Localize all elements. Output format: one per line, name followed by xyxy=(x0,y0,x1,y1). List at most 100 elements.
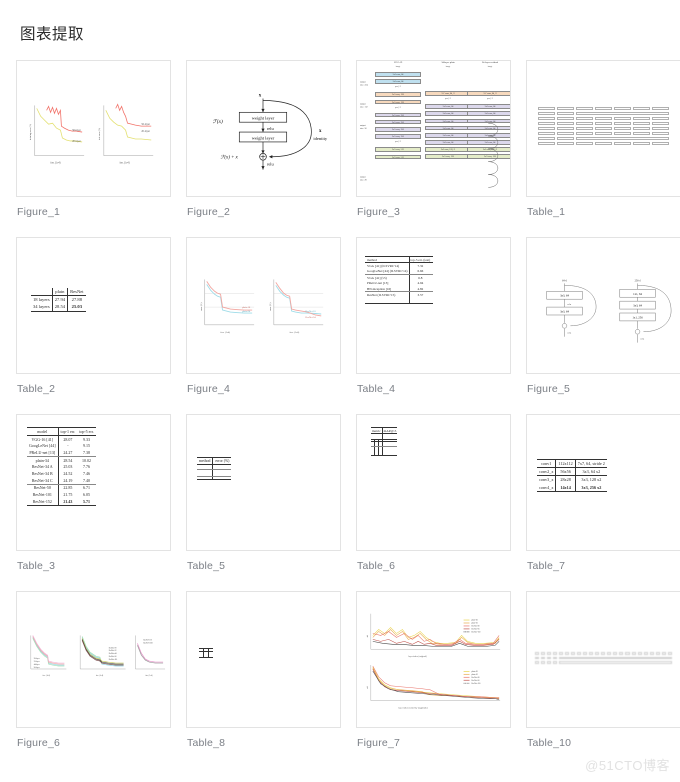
svg-text:training error (%): training error (%) xyxy=(29,124,32,140)
grid-cell-figure-7[interactable]: layer index (original) std layer index (… xyxy=(356,591,511,760)
caption-figure-5: Figure_5 xyxy=(527,383,571,395)
svg-text:ResNet-44: ResNet-44 xyxy=(109,653,117,655)
table-row: ResNet-152 21.43 5.71 xyxy=(27,497,96,506)
table-7-grid: conv1 112x112 7x7, 64, stride 2 conv2_x … xyxy=(537,458,607,492)
svg-text:identity: identity xyxy=(313,136,328,141)
table-8-grid xyxy=(199,647,213,658)
svg-text:ResNet-34: ResNet-34 xyxy=(305,316,316,319)
svg-text:56-layer: 56-layer xyxy=(34,667,40,669)
thumbnail-figure-2[interactable]: weight layer weight layer x relu relu ℱ(… xyxy=(186,60,341,197)
grid-cell-figure-4[interactable]: plain-18 plain-34 ResNet-18 ResNet-34 it… xyxy=(186,237,341,406)
caption-table-8: Table_8 xyxy=(187,737,226,749)
grid-cell-figure-5[interactable]: 3x3, 64 3x3, 64 relu relu 64-d 1x1, 64 3… xyxy=(526,237,680,406)
svg-text:layer index (original): layer index (original) xyxy=(408,655,427,658)
caption-table-7: Table_7 xyxy=(527,560,566,572)
table-row: 34 layers 28.54 25.03 xyxy=(31,303,86,312)
table-4-grid: method top-5 err. (test) VGG [41] (ILSVR… xyxy=(365,255,434,305)
figure-6-art: iter. (1e4) iter. (1e4) iter. (1e4) 20-l… xyxy=(30,635,166,677)
thumbnail-table-7[interactable]: conv1 112x112 7x7, 64, stride 2 conv2_x … xyxy=(526,414,680,551)
svg-text:56-layer: 56-layer xyxy=(141,123,150,126)
table-row xyxy=(365,301,434,305)
svg-text:plain-18: plain-18 xyxy=(242,306,251,309)
table-1-art xyxy=(536,105,671,147)
table-10-grid xyxy=(533,650,674,666)
svg-text:size: 28: size: 28 xyxy=(360,179,367,181)
svg-text:output: output xyxy=(360,103,366,105)
table-row xyxy=(535,656,672,660)
thumbnail-figure-1[interactable]: 56-layer 20-layer 56-layer 20-layer iter… xyxy=(16,60,171,197)
figure-3-art: VGG-19 image 3x3 conv, 64 3x3 conv, 64 p… xyxy=(357,61,510,196)
svg-text:ResNet-20: ResNet-20 xyxy=(471,677,479,679)
svg-text:56-layer: 56-layer xyxy=(72,129,81,132)
grid-cell-table-6[interactable]: metric mAP@.5 Table_6 xyxy=(356,414,511,583)
svg-text:relu: relu xyxy=(641,338,645,341)
grid-cell-figure-6[interactable]: iter. (1e4) iter. (1e4) iter. (1e4) 20-l… xyxy=(16,591,171,760)
caption-figure-2: Figure_2 xyxy=(187,206,231,218)
grid-cell-table-1[interactable]: Table_1 xyxy=(526,60,680,229)
thumbnail-figure-3[interactable]: VGG-19 image 3x3 conv, 64 3x3 conv, 64 p… xyxy=(356,60,511,197)
thumbnail-table-10[interactable] xyxy=(526,591,680,728)
svg-text:relu: relu xyxy=(267,126,275,131)
svg-text:std: std xyxy=(367,685,369,688)
figure-extraction-page: 图表提取 56-layer 20-layer 56-layer 20-layer… xyxy=(0,0,680,782)
svg-text:ResNet-56: ResNet-56 xyxy=(471,629,479,631)
grid-cell-table-7[interactable]: conv1 112x112 7x7, 64, stride 2 conv2_x … xyxy=(526,414,680,583)
thumbnail-table-3[interactable]: model top-1 err. top-5 err. VGG-16 [41] 2… xyxy=(16,414,171,551)
table-row xyxy=(538,122,669,125)
svg-text:32-layer: 32-layer xyxy=(34,661,40,663)
svg-text:ResNet-110: ResNet-110 xyxy=(109,659,117,661)
svg-text:error (%): error (%) xyxy=(269,302,272,311)
caption-table-1: Table_1 xyxy=(527,206,566,218)
grid-cell-figure-3[interactable]: VGG-19 image 3x3 conv, 64 3x3 conv, 64 p… xyxy=(356,60,511,229)
svg-text:ResNet-32: ResNet-32 xyxy=(109,650,117,652)
svg-text:ResNet-110: ResNet-110 xyxy=(143,639,151,641)
table-row xyxy=(535,652,672,655)
table-row xyxy=(538,142,669,145)
svg-text:ResNet-20: ResNet-20 xyxy=(471,626,479,628)
table-row: method error (%) xyxy=(197,457,232,465)
svg-text:x: x xyxy=(319,129,322,134)
table-row: plain-34 28.54 10.02 xyxy=(35,456,92,464)
thumbnail-table-4[interactable]: method top-5 err. (test) VGG [41] (ILSVR… xyxy=(356,237,511,374)
table-row: PReLU-net [13] 24.27 7.38 xyxy=(27,449,96,457)
grid-cell-figure-2[interactable]: weight layer weight layer x relu relu ℱ(… xyxy=(186,60,341,229)
svg-text:relu: relu xyxy=(267,162,275,167)
svg-text:ResNet-1202: ResNet-1202 xyxy=(143,642,152,644)
thumbnail-figure-6[interactable]: iter. (1e4) iter. (1e4) iter. (1e4) 20-l… xyxy=(16,591,171,728)
thumbnail-table-2[interactable]: plain ResNet 18 layers 27.94 27.88 34 la… xyxy=(16,237,171,374)
table-row xyxy=(538,132,669,135)
svg-text:iter. (1e4): iter. (1e4) xyxy=(120,162,130,165)
svg-text:plain-56: plain-56 xyxy=(471,674,477,676)
grid-cell-table-4[interactable]: method top-5 err. (test) VGG [41] (ILSVR… xyxy=(356,237,511,406)
figure-3-output-labels: output size: 224 output size: 112 output… xyxy=(360,82,369,182)
table-row xyxy=(371,453,398,457)
svg-text:test error (%): test error (%) xyxy=(98,128,101,140)
svg-text:weight layer: weight layer xyxy=(252,116,275,121)
table-row: 18 layers 27.94 27.88 xyxy=(31,295,86,304)
table-row: ResNet-34 B 24.52 7.46 xyxy=(31,470,91,477)
thumbnail-table-5[interactable]: method error (%) xyxy=(186,414,341,551)
thumbnail-figure-5[interactable]: 3x3, 64 3x3, 64 relu relu 64-d 1x1, 64 3… xyxy=(526,237,680,374)
table-row xyxy=(538,112,669,115)
grid-cell-table-5[interactable]: method error (%) Table_5 xyxy=(186,414,341,583)
table-row: conv1 112x112 7x7, 64, stride 2 xyxy=(537,458,607,469)
table-row: ResNet-34 C 24.19 7.40 xyxy=(27,476,96,485)
thumbnail-figure-4[interactable]: plain-18 plain-34 ResNet-18 ResNet-34 it… xyxy=(186,237,341,374)
svg-text:iter. (1e4): iter. (1e4) xyxy=(96,674,104,677)
grid-cell-figure-1[interactable]: 56-layer 20-layer 56-layer 20-layer iter… xyxy=(16,60,171,229)
svg-text:output: output xyxy=(360,176,366,178)
thumbnail-table-1[interactable] xyxy=(526,60,680,197)
grid-cell-table-2[interactable]: plain ResNet 18 layers 27.94 27.88 34 la… xyxy=(16,237,171,406)
table-row: conv2_x 56x56 3x3, 64 x2 xyxy=(537,467,607,477)
svg-text:20-layer: 20-layer xyxy=(34,658,40,660)
thumbnail-table-8[interactable] xyxy=(186,591,341,728)
svg-text:plain-20: plain-20 xyxy=(471,671,477,673)
svg-text:plain-56: plain-56 xyxy=(471,623,477,625)
grid-cell-table-10[interactable]: Table_10 xyxy=(526,591,680,760)
thumbnail-table-6[interactable]: metric mAP@.5 xyxy=(356,414,511,551)
thumbnail-figure-7[interactable]: layer index (original) std layer index (… xyxy=(356,591,511,728)
grid-cell-table-3[interactable]: model top-1 err. top-5 err. VGG-16 [41] 2… xyxy=(16,414,171,583)
grid-cell-table-8[interactable]: Table_8 xyxy=(186,591,341,760)
table-row: ResNet-50 22.85 6.71 xyxy=(33,484,91,492)
svg-text:ResNet-56: ResNet-56 xyxy=(109,656,117,658)
